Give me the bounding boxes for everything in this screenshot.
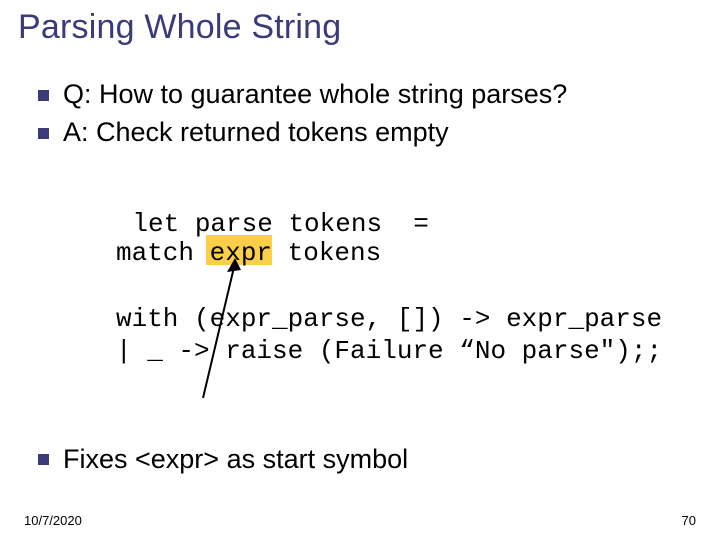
closing-text: Fixes <expr> as start symbol [63,444,408,475]
bullet-square-icon [38,454,49,465]
code-line-1: let parse tokens = [132,209,428,239]
qa-bullets: Q: How to guarantee whole string parses?… [38,76,678,153]
bullet-answer-text: A: Check returned tokens empty [63,114,449,150]
closing-bullet: Fixes <expr> as start symbol [38,444,408,475]
bullet-square-icon [38,90,49,101]
slide-title: Parsing Whole String [18,8,341,47]
bullet-question-text: Q: How to guarantee whole string parses? [63,76,567,112]
footer-date: 10/7/2020 [24,513,82,528]
bullet-answer: A: Check returned tokens empty [38,114,678,150]
bullet-question: Q: How to guarantee whole string parses? [38,76,678,112]
slide: Parsing Whole String Q: How to guarantee… [0,0,720,540]
arrow-icon [185,258,255,408]
bullet-square-icon [38,128,49,139]
footer-page-number: 70 [682,513,696,528]
